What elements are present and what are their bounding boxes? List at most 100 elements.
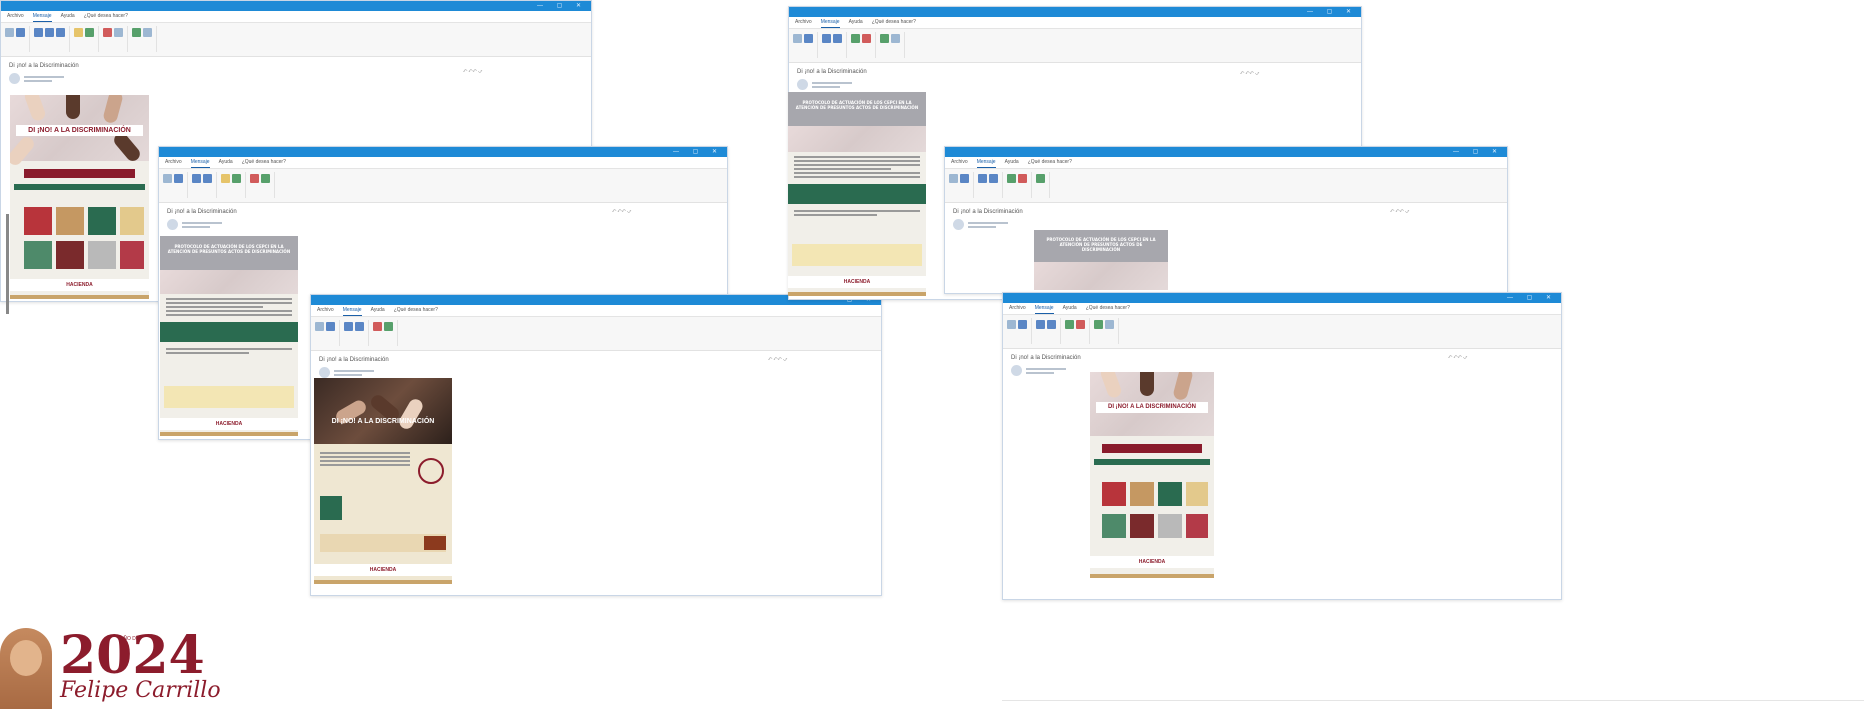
reply-icon[interactable]	[34, 28, 43, 37]
title-bar: — ▢ ✕	[945, 147, 1507, 157]
sender	[1, 71, 591, 86]
delete-icon[interactable]	[793, 34, 802, 43]
window-controls[interactable]: — ▢ ✕	[673, 147, 723, 157]
poster-title: DI ¡NO! A LA DISCRIMINACIÓN	[1096, 402, 1208, 413]
translate-icon[interactable]	[1036, 174, 1045, 183]
topic-tile	[1186, 514, 1208, 538]
tab-mensaje[interactable]: Mensaje	[32, 11, 52, 22]
translate-icon[interactable]	[384, 322, 393, 331]
forward-icon[interactable]	[56, 28, 65, 37]
title-bar: — ▢ ✕	[159, 147, 727, 157]
tab-archivo[interactable]: Archivo	[1009, 303, 1026, 314]
tab-ayuda[interactable]: Ayuda	[1063, 303, 1077, 314]
tab-ayuda[interactable]: Ayuda	[371, 305, 385, 316]
flag-icon[interactable]	[250, 174, 259, 183]
move-icon[interactable]	[851, 34, 860, 43]
forward-icon[interactable]	[203, 174, 212, 183]
move-icon[interactable]	[85, 28, 94, 37]
window-controls[interactable]: — ▢ ✕	[1307, 7, 1357, 17]
reply-icon[interactable]	[1036, 320, 1045, 329]
tell-me-search[interactable]: ¿Qué desea hacer?	[84, 11, 128, 22]
tab-archivo[interactable]: Archivo	[7, 11, 24, 22]
tab-mensaje[interactable]: Mensaje	[976, 157, 996, 168]
reply-icon[interactable]	[822, 34, 831, 43]
archive-icon[interactable]	[960, 174, 969, 183]
window-controls[interactable]: — ▢ ✕	[1453, 147, 1503, 157]
reply-all-icon[interactable]	[45, 28, 54, 37]
zoom-icon[interactable]	[143, 28, 152, 37]
move-icon[interactable]	[232, 174, 241, 183]
tab-ayuda[interactable]: Ayuda	[1005, 157, 1019, 168]
avatar	[167, 219, 178, 230]
delete-icon[interactable]	[1007, 320, 1016, 329]
reply-actions[interactable]: ⤺ ⤺⤺ ⤻	[1448, 354, 1467, 359]
move-icon[interactable]	[1007, 174, 1016, 183]
tab-archivo[interactable]: Archivo	[165, 157, 182, 168]
forward-icon[interactable]	[833, 34, 842, 43]
poster-footer: HACIENDA	[160, 418, 298, 430]
reply-actions[interactable]: ⤺ ⤺⤺ ⤻	[1240, 70, 1259, 75]
reply-icon[interactable]	[978, 174, 987, 183]
reply-icon[interactable]	[344, 322, 353, 331]
archive-icon[interactable]	[16, 28, 25, 37]
flag-icon[interactable]	[1076, 320, 1085, 329]
translate-icon[interactable]	[1094, 320, 1103, 329]
quick-steps-icon[interactable]	[221, 174, 230, 183]
translate-icon[interactable]	[132, 28, 141, 37]
tell-me-search[interactable]: ¿Qué desea hacer?	[1086, 303, 1130, 314]
ribbon-tabs: Archivo Mensaje Ayuda ¿Qué desea hacer?	[311, 305, 881, 317]
zoom-icon[interactable]	[891, 34, 900, 43]
tab-mensaje[interactable]: Mensaje	[342, 305, 362, 316]
tab-ayuda[interactable]: Ayuda	[849, 17, 863, 28]
forward-icon[interactable]	[355, 322, 364, 331]
forward-icon[interactable]	[1047, 320, 1056, 329]
tab-archivo[interactable]: Archivo	[795, 17, 812, 28]
scrollbar[interactable]	[6, 214, 9, 314]
window-controls[interactable]: — ▢ ✕	[537, 1, 587, 11]
window-controls[interactable]: — ▢ ✕	[1507, 293, 1557, 303]
tab-mensaje[interactable]: Mensaje	[1034, 303, 1054, 314]
tab-mensaje[interactable]: Mensaje	[190, 157, 210, 168]
tell-me-search[interactable]: ¿Qué desea hacer?	[394, 305, 438, 316]
sender	[789, 77, 1361, 92]
delete-icon[interactable]	[315, 322, 324, 331]
archive-icon[interactable]	[174, 174, 183, 183]
forward-icon[interactable]	[989, 174, 998, 183]
delete-icon[interactable]	[949, 174, 958, 183]
tell-me-search[interactable]: ¿Qué desea hacer?	[1028, 157, 1072, 168]
poster-protocolo: PROTOCOLO DE ACTUACIÓN DE LOS CEPCI EN L…	[160, 236, 298, 436]
reply-actions[interactable]: ⤺ ⤺⤺ ⤻	[1390, 208, 1409, 213]
title-bar: — ▢ ✕	[789, 7, 1361, 17]
tab-ayuda[interactable]: Ayuda	[219, 157, 233, 168]
translate-icon[interactable]	[261, 174, 270, 183]
archive-icon[interactable]	[804, 34, 813, 43]
reply-actions[interactable]: ⤺ ⤺⤺ ⤻	[463, 68, 482, 73]
flag-icon[interactable]	[1018, 174, 1027, 183]
zoom-icon[interactable]	[1105, 320, 1114, 329]
delete-icon[interactable]	[5, 28, 14, 37]
tab-ayuda[interactable]: Ayuda	[61, 11, 75, 22]
email-subject: Di ¡no! a la Discriminación	[1011, 355, 1081, 361]
sender	[159, 217, 727, 232]
delete-icon[interactable]	[163, 174, 172, 183]
reply-actions[interactable]: ⤺ ⤺⤺ ⤻	[768, 356, 787, 361]
archive-icon[interactable]	[1018, 320, 1027, 329]
tell-me-search[interactable]: ¿Qué desea hacer?	[242, 157, 286, 168]
archive-icon[interactable]	[326, 322, 335, 331]
ribbon	[789, 29, 1361, 63]
reply-icon[interactable]	[192, 174, 201, 183]
email-subject: Di ¡no! a la Discriminación	[319, 357, 389, 363]
flag-icon[interactable]	[862, 34, 871, 43]
quick-steps-icon[interactable]	[74, 28, 83, 37]
find-icon[interactable]	[114, 28, 123, 37]
tab-mensaje[interactable]: Mensaje	[820, 17, 840, 28]
move-icon[interactable]	[1065, 320, 1074, 329]
translate-icon[interactable]	[880, 34, 889, 43]
poster-title: DI ¡NO! A LA DISCRIMINACIÓN	[331, 418, 435, 425]
tell-me-search[interactable]: ¿Qué desea hacer?	[872, 17, 916, 28]
reply-actions[interactable]: ⤺ ⤺⤺ ⤻	[612, 208, 631, 213]
tab-archivo[interactable]: Archivo	[951, 157, 968, 168]
tab-archivo[interactable]: Archivo	[317, 305, 334, 316]
flag-icon[interactable]	[103, 28, 112, 37]
flag-icon[interactable]	[373, 322, 382, 331]
